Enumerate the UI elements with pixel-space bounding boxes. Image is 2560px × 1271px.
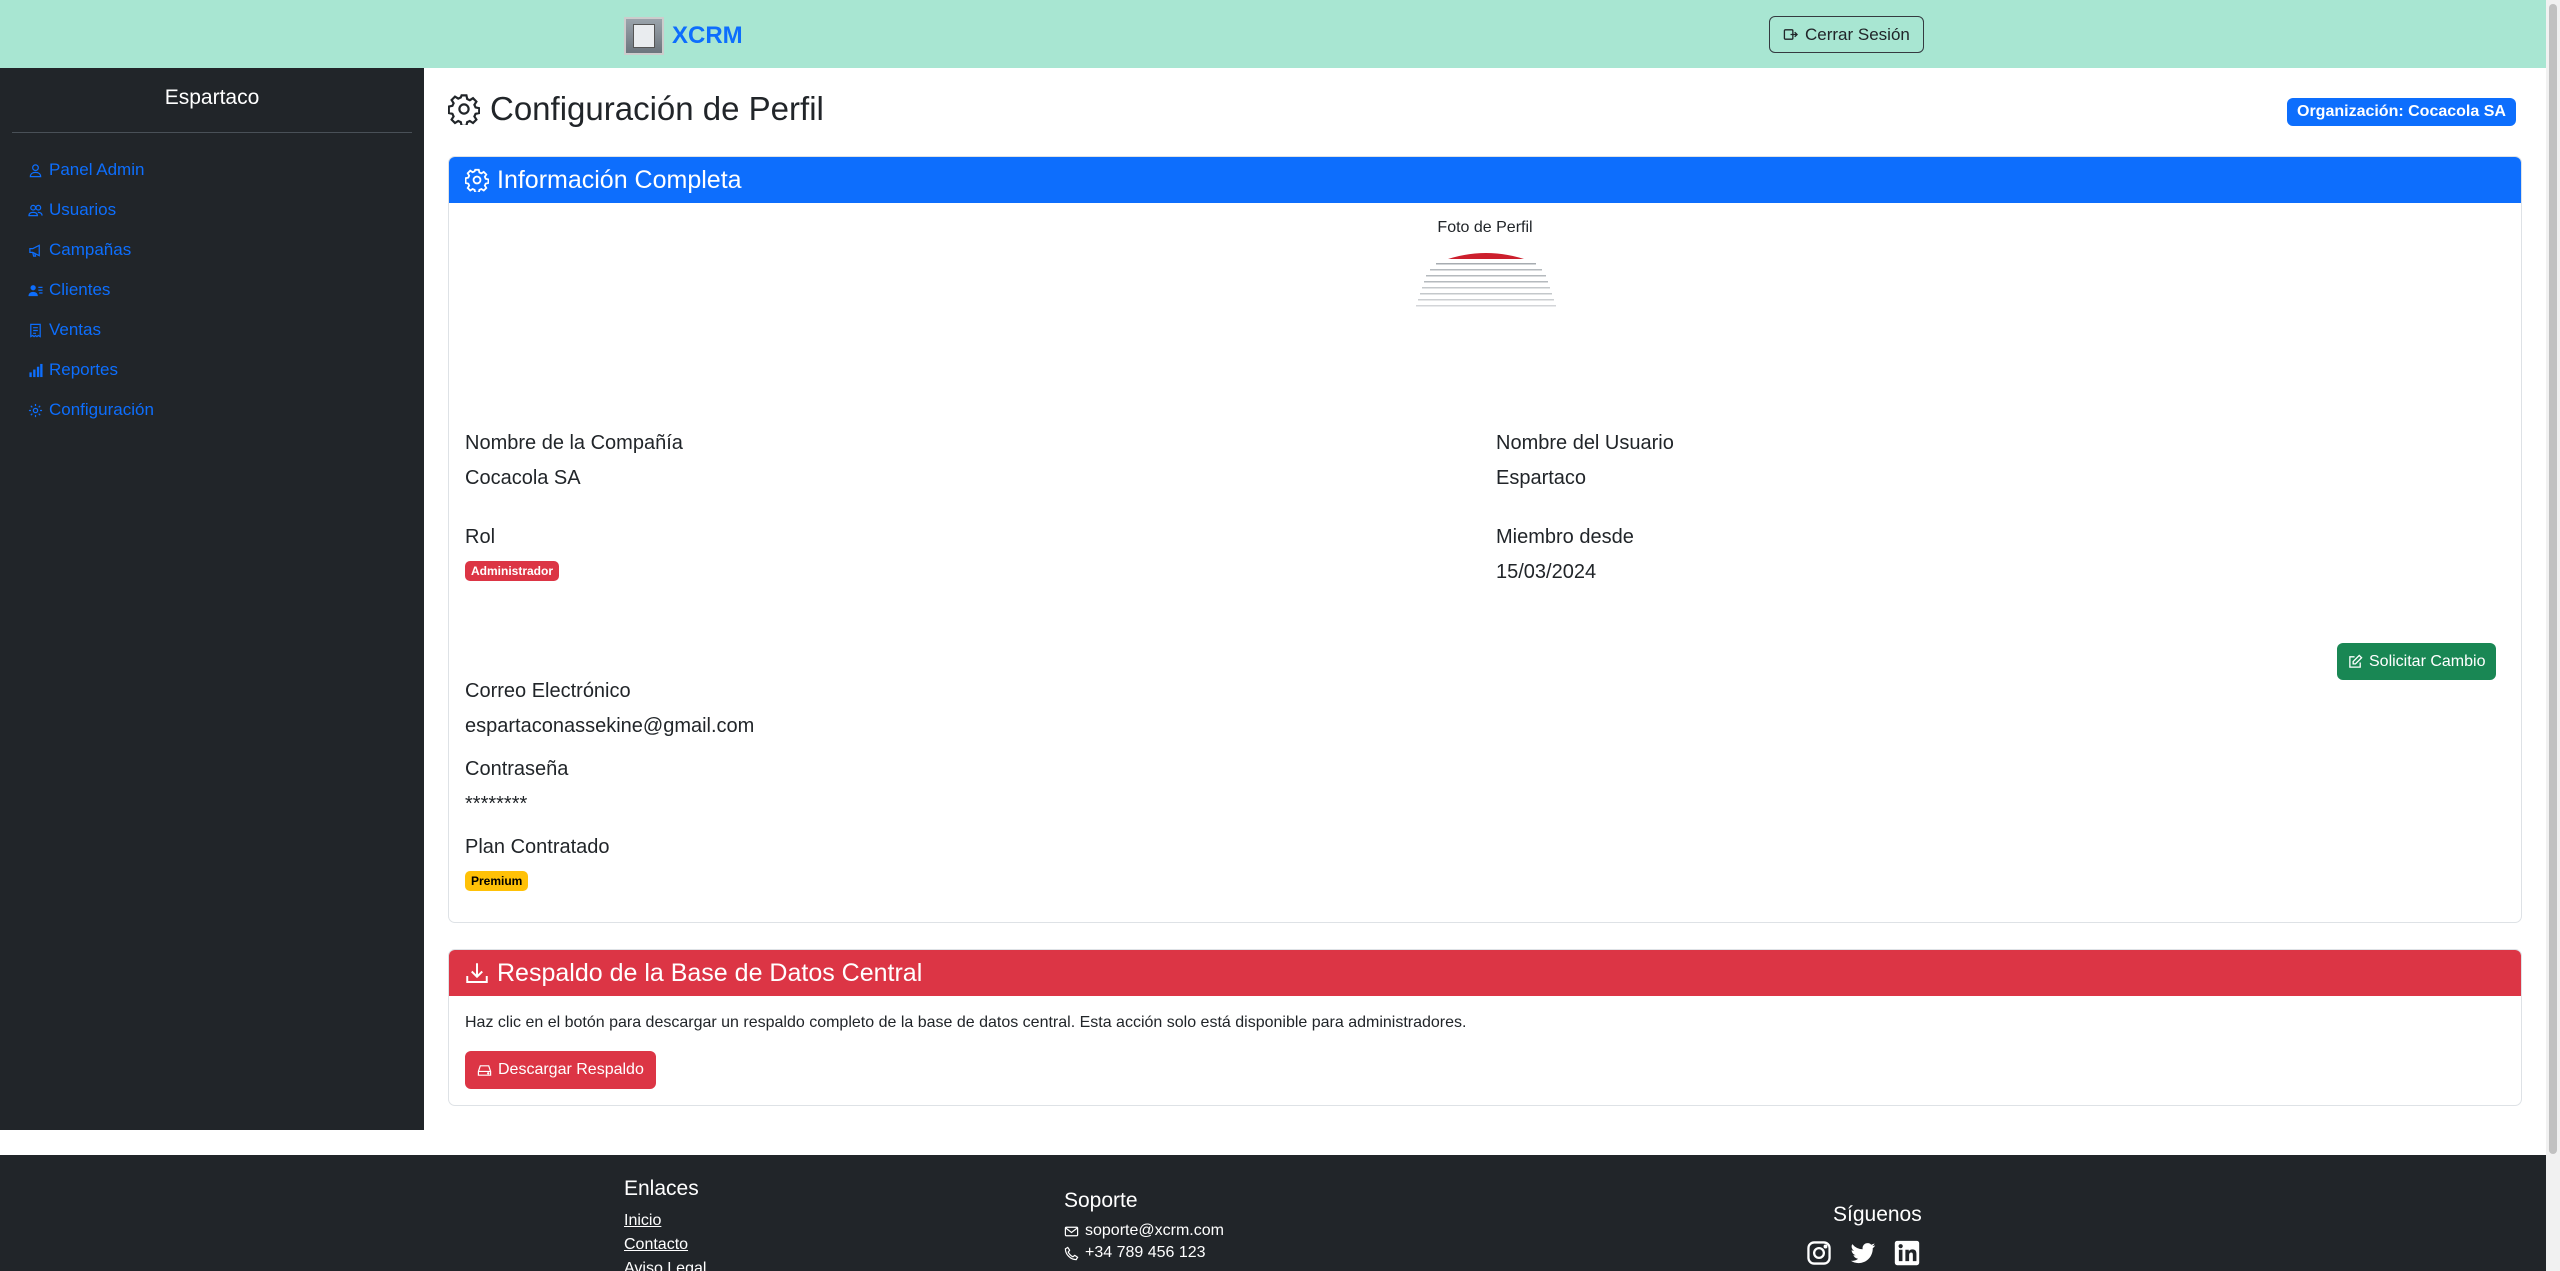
sidebar-item-panel-admin[interactable]: Panel Admin — [0, 150, 424, 190]
logout-label: Cerrar Sesión — [1805, 24, 1910, 44]
gear-icon — [448, 94, 480, 125]
user-name-value: Espartaco — [1496, 467, 1587, 489]
logout-button[interactable]: Cerrar Sesión — [1769, 16, 1924, 53]
footer: Enlaces Inicio Contacto Aviso Legal Sopo… — [0, 1155, 2546, 1271]
brand-logo — [624, 17, 664, 55]
gear-icon — [28, 403, 43, 417]
sidebar-item-label: Panel Admin — [49, 160, 145, 179]
footer-social-title: Síguenos — [1833, 1203, 1922, 1226]
sidebar-user-name: Espartaco — [164, 86, 260, 109]
password-value: ******** — [465, 793, 528, 815]
company-label: Nombre de la Compañía — [465, 432, 683, 454]
sidebar-item-reportes[interactable]: Reportes — [0, 350, 424, 390]
member-since-label: Miembro desde — [1496, 526, 1634, 548]
sidebar-item-configuracion[interactable]: Configuración — [0, 390, 424, 430]
support-phone-text: +34 789 456 123 — [1085, 1244, 1206, 1261]
footer-support-title: Soporte — [1064, 1189, 1138, 1212]
person-icon — [29, 163, 42, 177]
sidebar-item-label: Campañas — [49, 240, 132, 259]
backup-card: Respaldo de la Base de Datos Central Haz… — [448, 949, 2522, 1106]
role-label: Rol — [465, 526, 496, 548]
sidebar-nav: Panel Admin Usuarios Campañas Clientes V… — [0, 133, 424, 430]
sidebar-item-label: Ventas — [49, 320, 101, 339]
sidebar-item-label: Configuración — [49, 400, 154, 419]
bar-chart-icon — [29, 363, 43, 377]
profile-photo — [1416, 253, 1556, 307]
password-label: Contraseña — [465, 758, 569, 780]
sidebar-item-label: Clientes — [49, 280, 111, 299]
profile-info-card-header: Información Completa — [449, 157, 2521, 203]
top-navbar: XCRM Cerrar Sesión — [0, 0, 2546, 68]
receipt-icon — [30, 323, 41, 338]
organization-badge: Organización: Cocacola SA — [2287, 98, 2516, 126]
email-label: Correo Electrónico — [465, 680, 631, 702]
plan-label: Plan Contratado — [465, 836, 610, 858]
backup-card-title: Respaldo de la Base de Datos Central — [497, 958, 923, 987]
footer-link-contacto[interactable]: Contacto — [624, 1236, 688, 1254]
megaphone-icon — [29, 243, 40, 257]
footer-link-aviso-legal[interactable]: Aviso Legal — [624, 1260, 706, 1271]
brand-name: XCRM — [672, 22, 743, 49]
footer-link-inicio[interactable]: Inicio — [624, 1212, 661, 1230]
sidebar-item-campanas[interactable]: Campañas — [0, 230, 424, 270]
edit-icon — [2349, 654, 2363, 668]
profile-photo-label: Foto de Perfil — [1437, 219, 1533, 236]
sidebar-item-ventas[interactable]: Ventas — [0, 310, 424, 350]
download-backup-button[interactable]: Descargar Respaldo — [465, 1051, 656, 1089]
people-icon — [28, 204, 43, 216]
hdd-icon — [477, 1064, 492, 1076]
backup-card-header: Respaldo de la Base de Datos Central — [449, 950, 2521, 996]
telephone-icon — [1064, 1246, 1079, 1260]
sidebar-item-clientes[interactable]: Clientes — [0, 270, 424, 310]
page-scrollbar[interactable] — [2546, 0, 2560, 1271]
footer-links-title: Enlaces — [624, 1177, 699, 1200]
sidebar: Espartaco Panel Admin Usuarios Campañas … — [0, 68, 424, 1130]
linkedin-icon[interactable] — [1894, 1240, 1920, 1266]
plan-badge: Premium — [465, 871, 529, 891]
twitter-icon[interactable] — [1850, 1240, 1876, 1266]
user-name-label: Nombre del Usuario — [1496, 432, 1674, 454]
envelope-icon — [1064, 1226, 1079, 1236]
footer-support-phone[interactable]: +34 789 456 123 — [1064, 1244, 1206, 1262]
brand[interactable]: XCRM — [624, 17, 743, 55]
member-since-value: 15/03/2024 — [1496, 561, 1597, 583]
gear-icon — [465, 168, 489, 192]
page-header: Configuración de Perfil — [448, 90, 824, 128]
person-lines-icon — [28, 284, 43, 296]
footer-support-email[interactable]: soporte@xcrm.com — [1064, 1222, 1224, 1240]
company-value: Cocacola SA — [465, 467, 581, 489]
download-backup-label: Descargar Respaldo — [498, 1061, 644, 1078]
logout-icon — [1783, 29, 1798, 40]
social-icons — [1806, 1240, 1920, 1266]
scrollbar-thumb[interactable] — [2549, 4, 2557, 1154]
sidebar-item-label: Usuarios — [49, 200, 117, 219]
request-change-label: Solicitar Cambio — [2369, 652, 2486, 670]
role-badge: Administrador — [465, 561, 560, 581]
instagram-icon[interactable] — [1806, 1240, 1832, 1266]
sidebar-item-label: Reportes — [49, 360, 118, 379]
request-change-button[interactable]: Solicitar Cambio — [2337, 643, 2497, 680]
profile-info-card-title: Información Completa — [497, 165, 742, 194]
sidebar-item-usuarios[interactable]: Usuarios — [0, 190, 424, 230]
page-title: Configuración de Perfil — [490, 90, 824, 127]
profile-info-card: Información Completa Foto de Perfil Nomb… — [448, 156, 2522, 923]
support-email-text: soporte@xcrm.com — [1085, 1222, 1224, 1239]
backup-description: Haz clic en el botón para descargar un r… — [465, 1014, 1467, 1031]
download-icon — [466, 963, 488, 983]
email-value: espartaconassekine@gmail.com — [465, 715, 755, 737]
